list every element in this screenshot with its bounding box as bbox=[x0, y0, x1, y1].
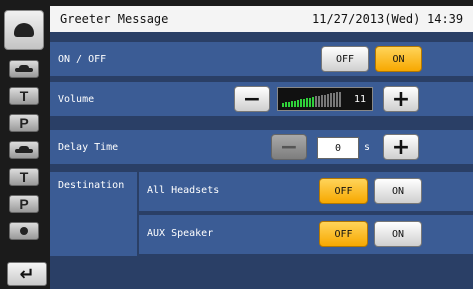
car-icon bbox=[15, 65, 33, 73]
volume-increase-button[interactable]: + bbox=[383, 86, 419, 112]
page-title: Greeter Message bbox=[60, 12, 169, 26]
header-time: 14:39 bbox=[427, 12, 464, 26]
volume-bar bbox=[288, 102, 290, 107]
delay-value-field[interactable]: 0 bbox=[317, 137, 359, 159]
delay-label: Delay Time bbox=[58, 142, 119, 153]
volume-bar bbox=[330, 93, 332, 107]
volume-row: Volume − 11 + bbox=[50, 82, 473, 116]
volume-label: Volume bbox=[58, 94, 95, 105]
volume-bar bbox=[309, 98, 311, 107]
volume-bar bbox=[318, 96, 320, 107]
rail-strip: T P T P bbox=[9, 60, 39, 240]
headsets-label: All Headsets bbox=[147, 185, 220, 196]
volume-bar bbox=[324, 95, 326, 107]
volume-value: 11 bbox=[353, 94, 366, 105]
home-icon bbox=[14, 23, 34, 37]
rail-car-button-1[interactable] bbox=[9, 60, 39, 78]
destination-row-headsets: All Headsets OFF ON bbox=[139, 172, 473, 211]
onoff-row: ON / OFF OFF ON bbox=[50, 42, 473, 76]
volume-bar bbox=[315, 96, 317, 107]
onoff-label: ON / OFF bbox=[58, 54, 107, 65]
destination-label: Destination bbox=[58, 180, 125, 191]
volume-bar bbox=[339, 92, 341, 107]
headsets-off-button[interactable]: OFF bbox=[319, 178, 368, 204]
header-date: 11/27/2013(Wed) bbox=[312, 12, 421, 26]
volume-decrease-button[interactable]: − bbox=[234, 86, 270, 112]
screen: T P T P Greeter Message 11/27/2013(Wed) … bbox=[0, 0, 473, 289]
car-icon bbox=[15, 146, 33, 154]
aux-label: AUX Speaker bbox=[147, 228, 214, 239]
header-bar: Greeter Message 11/27/2013(Wed) 14:39 bbox=[50, 6, 473, 32]
volume-bar bbox=[306, 98, 308, 107]
back-icon: ↵ bbox=[19, 263, 35, 285]
volume-bar bbox=[333, 93, 335, 107]
volume-bar bbox=[291, 101, 293, 107]
aux-on-button[interactable]: ON bbox=[374, 221, 422, 247]
destination-row-aux: AUX Speaker OFF ON bbox=[139, 215, 473, 254]
volume-bar bbox=[300, 99, 302, 107]
bottom-bar bbox=[50, 258, 473, 289]
rail-car-button-2[interactable] bbox=[9, 141, 39, 159]
delay-decrease-button[interactable]: − bbox=[271, 134, 307, 160]
left-rail: T P T P bbox=[4, 4, 44, 252]
volume-bar bbox=[282, 103, 284, 107]
rail-p-button-1[interactable]: P bbox=[9, 114, 39, 132]
volume-bar bbox=[294, 101, 296, 107]
volume-meter: 11 bbox=[277, 87, 373, 111]
onoff-off-button[interactable]: OFF bbox=[321, 46, 369, 72]
delay-unit: s bbox=[364, 142, 371, 153]
rail-t-button-2[interactable]: T bbox=[9, 168, 39, 186]
volume-bar bbox=[285, 102, 287, 107]
destination-group: Destination bbox=[50, 172, 137, 256]
home-button[interactable] bbox=[4, 10, 44, 50]
rail-dot-button[interactable] bbox=[9, 222, 39, 240]
headsets-on-button[interactable]: ON bbox=[374, 178, 422, 204]
volume-bar bbox=[312, 97, 314, 107]
back-button[interactable]: ↵ bbox=[7, 262, 47, 286]
onoff-on-button[interactable]: ON bbox=[375, 46, 422, 72]
rail-p-button-2[interactable]: P bbox=[9, 195, 39, 213]
aux-off-button[interactable]: OFF bbox=[319, 221, 368, 247]
dot-icon bbox=[20, 227, 28, 235]
volume-bar bbox=[297, 100, 299, 107]
delay-increase-button[interactable]: + bbox=[383, 134, 419, 160]
volume-bar bbox=[336, 92, 338, 107]
volume-bar bbox=[303, 99, 305, 107]
volume-bar bbox=[321, 95, 323, 107]
delay-row: Delay Time − 0 s + bbox=[50, 130, 473, 164]
rail-t-button-1[interactable]: T bbox=[9, 87, 39, 105]
volume-bar bbox=[327, 94, 329, 107]
settings-panel: ON / OFF OFF ON Volume − 11 + Delay Time… bbox=[50, 32, 473, 258]
